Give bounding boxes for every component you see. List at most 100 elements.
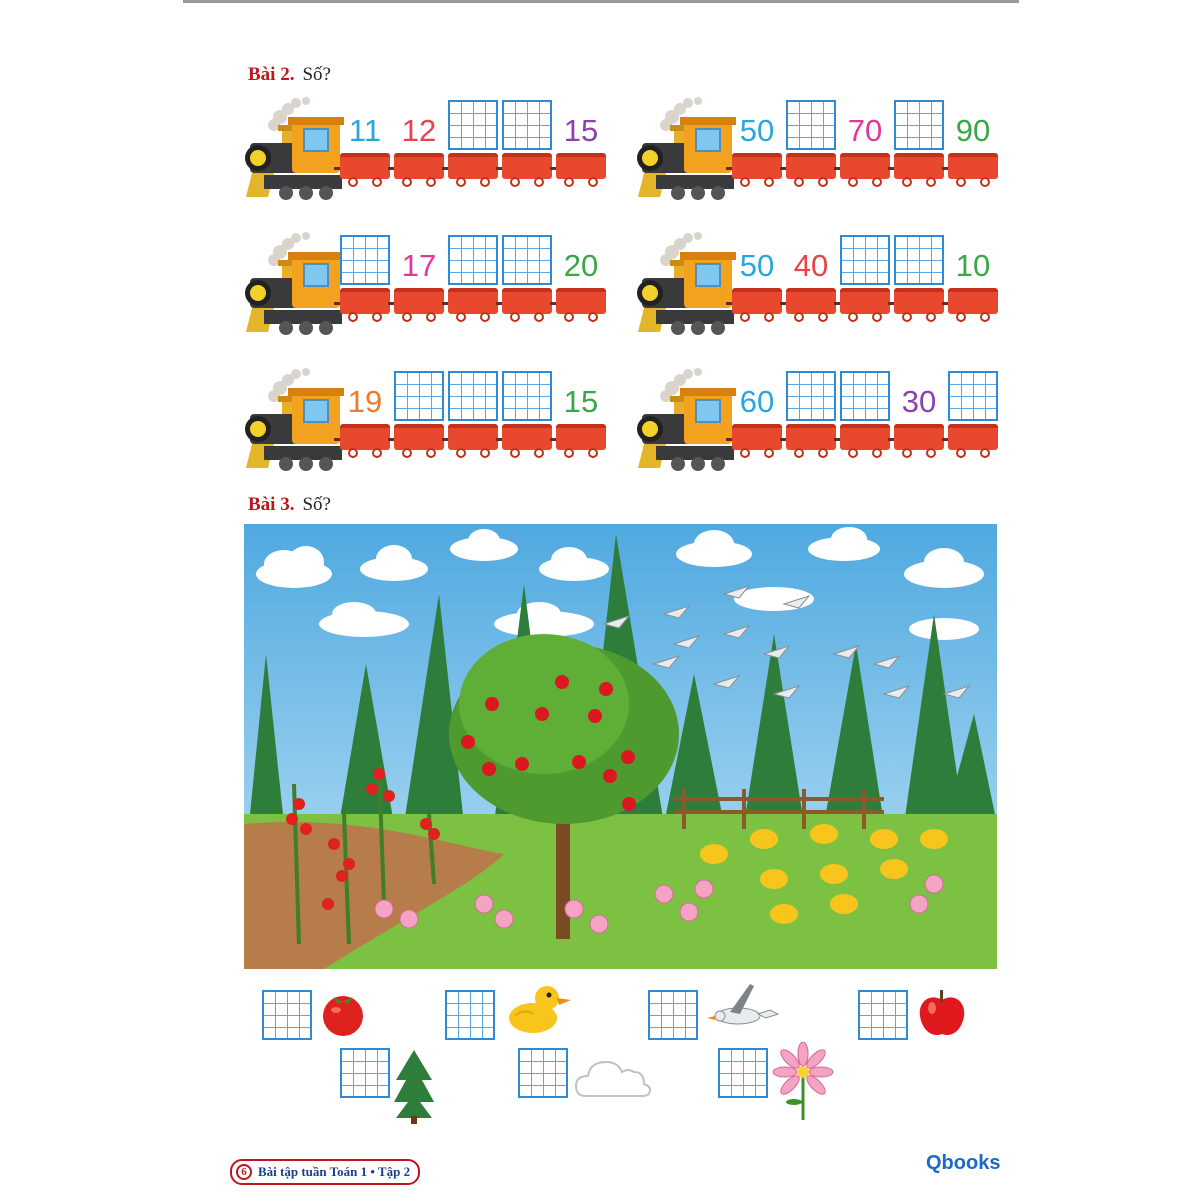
answer-grid-box[interactable] bbox=[648, 990, 698, 1040]
wheel bbox=[872, 312, 882, 322]
train-number: 50 bbox=[739, 248, 775, 283]
wheel bbox=[818, 448, 828, 458]
train-2: 50 70 90 bbox=[636, 95, 1006, 210]
locomotive-icon bbox=[637, 232, 736, 335]
logo-text: Qbooks bbox=[926, 1152, 1001, 1174]
train-number: 19 bbox=[347, 384, 383, 419]
answer-grid-box[interactable] bbox=[448, 100, 498, 150]
answer-grid-box[interactable] bbox=[948, 371, 998, 421]
footer-badge: 6 Bài tập tuần Toán 1 • Tập 2 bbox=[230, 1159, 421, 1185]
wheel bbox=[764, 177, 774, 187]
wheel bbox=[348, 312, 358, 322]
cloud-icon bbox=[574, 1056, 654, 1107]
wheel bbox=[372, 312, 382, 322]
answer-grid-box[interactable] bbox=[718, 1048, 768, 1098]
wheel bbox=[980, 448, 990, 458]
wheel bbox=[588, 448, 598, 458]
train-car bbox=[894, 424, 944, 458]
locomotive-icon bbox=[245, 368, 344, 471]
train-car bbox=[448, 153, 498, 187]
train-number: 30 bbox=[901, 384, 937, 419]
train-number: 10 bbox=[955, 248, 991, 283]
train-4: 50 40 10 bbox=[636, 230, 1006, 345]
train-5: 19 15 bbox=[244, 366, 614, 481]
wheel bbox=[456, 448, 466, 458]
wheel bbox=[510, 312, 520, 322]
wheel bbox=[818, 312, 828, 322]
train-car bbox=[786, 424, 836, 458]
wheel bbox=[848, 448, 858, 458]
wheel bbox=[794, 448, 804, 458]
wheel bbox=[402, 312, 412, 322]
train-number: 15 bbox=[563, 384, 599, 419]
answer-grid-box[interactable] bbox=[502, 100, 552, 150]
train-car bbox=[840, 424, 890, 458]
exercise-2-label: Bài 2. bbox=[248, 64, 295, 85]
train-car bbox=[394, 153, 444, 187]
wheel bbox=[564, 448, 574, 458]
exercise-2-prompt: Số? bbox=[302, 64, 331, 85]
wheel bbox=[426, 312, 436, 322]
train-number: 15 bbox=[563, 113, 599, 148]
train-car bbox=[394, 288, 444, 322]
train-number: 20 bbox=[563, 248, 599, 283]
answer-grid-box[interactable] bbox=[340, 1048, 390, 1098]
wheel bbox=[402, 177, 412, 187]
train-car bbox=[556, 424, 606, 458]
train-car bbox=[894, 288, 944, 322]
train-car bbox=[394, 424, 444, 458]
wheel bbox=[534, 448, 544, 458]
publisher-logo: Qbooks bbox=[926, 1152, 1000, 1175]
wheel bbox=[564, 312, 574, 322]
locomotive-icon bbox=[637, 97, 736, 200]
wheel bbox=[872, 448, 882, 458]
exercise-3-label: Bài 3. bbox=[248, 494, 295, 515]
wheel bbox=[956, 448, 966, 458]
answer-grid-box[interactable] bbox=[894, 235, 944, 285]
train-number: 90 bbox=[955, 113, 991, 148]
answer-grid-box[interactable] bbox=[840, 235, 890, 285]
answer-grid-box[interactable] bbox=[262, 990, 312, 1040]
wheel bbox=[794, 312, 804, 322]
train-car bbox=[840, 153, 890, 187]
answer-grid-box[interactable] bbox=[858, 990, 908, 1040]
wheel bbox=[372, 177, 382, 187]
answer-grid-box[interactable] bbox=[340, 235, 390, 285]
wheel bbox=[764, 312, 774, 322]
answer-grid-box[interactable] bbox=[786, 100, 836, 150]
answer-grid-box[interactable] bbox=[502, 235, 552, 285]
wheel bbox=[794, 177, 804, 187]
answer-grid-box[interactable] bbox=[518, 1048, 568, 1098]
train-car bbox=[502, 424, 552, 458]
answer-grid-box[interactable] bbox=[840, 371, 890, 421]
answer-grid-box[interactable] bbox=[502, 371, 552, 421]
wheel bbox=[372, 448, 382, 458]
answer-grid-box[interactable] bbox=[448, 371, 498, 421]
wheel bbox=[902, 177, 912, 187]
train-number: 11 bbox=[348, 113, 382, 148]
wheel bbox=[926, 177, 936, 187]
wheel bbox=[818, 177, 828, 187]
wheel bbox=[956, 177, 966, 187]
wheel bbox=[426, 448, 436, 458]
train-car bbox=[732, 288, 782, 322]
wheel bbox=[480, 448, 490, 458]
wheel bbox=[348, 177, 358, 187]
answer-grid-box[interactable] bbox=[894, 100, 944, 150]
wheel bbox=[902, 312, 912, 322]
wheel bbox=[980, 312, 990, 322]
duck-icon bbox=[503, 978, 573, 1043]
answer-grid-box[interactable] bbox=[445, 990, 495, 1040]
pine-tree-icon bbox=[394, 1050, 434, 1130]
wheel bbox=[480, 177, 490, 187]
train-number: 17 bbox=[401, 248, 437, 283]
apple-icon bbox=[916, 986, 968, 1043]
train-car bbox=[556, 288, 606, 322]
answer-grid-box[interactable] bbox=[448, 235, 498, 285]
train-car bbox=[786, 288, 836, 322]
wheel bbox=[980, 177, 990, 187]
wheel bbox=[740, 448, 750, 458]
wheel bbox=[456, 312, 466, 322]
answer-grid-box[interactable] bbox=[786, 371, 836, 421]
answer-grid-box[interactable] bbox=[394, 371, 444, 421]
